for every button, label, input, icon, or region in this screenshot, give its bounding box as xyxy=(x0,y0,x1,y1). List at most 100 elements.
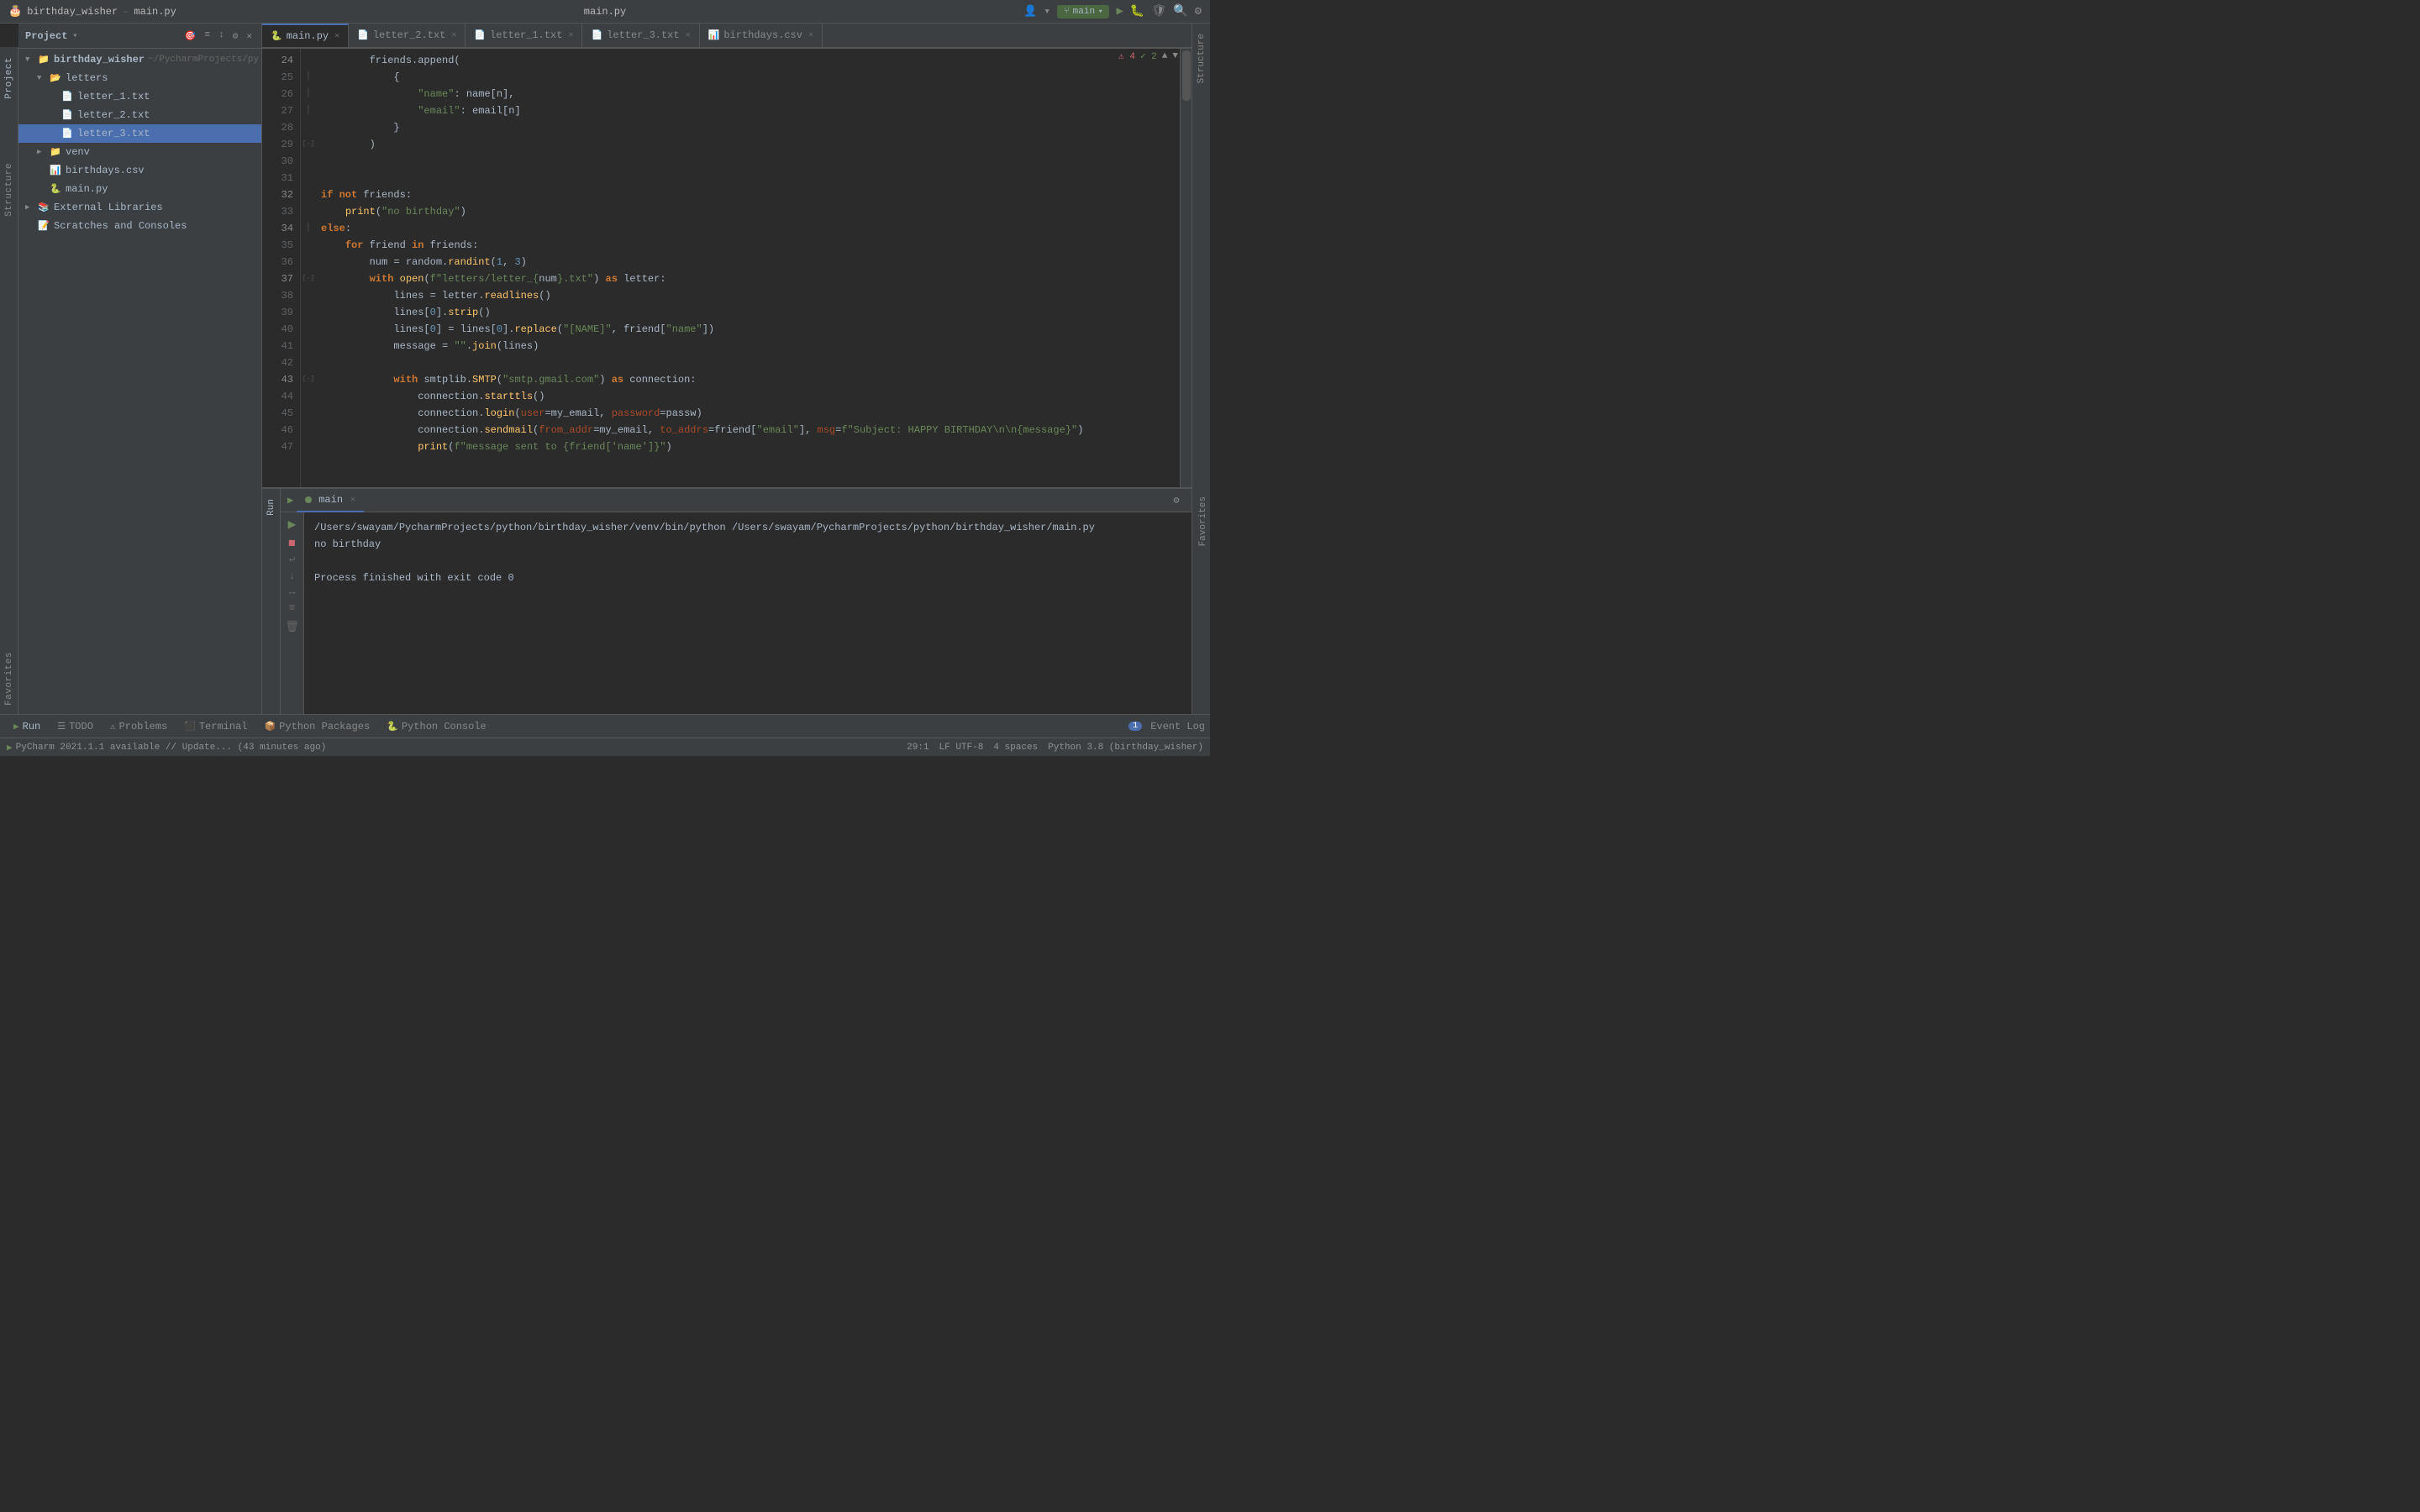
hide-icon[interactable]: ✕ xyxy=(244,29,255,43)
title-separator: – xyxy=(123,6,129,18)
code-line-43: with smtplib.SMTP("smtp.gmail.com") as c… xyxy=(321,371,1180,388)
nav-up-icon[interactable]: ▲ xyxy=(1162,51,1168,61)
fold-25[interactable]: │ xyxy=(306,72,311,81)
warning-count[interactable]: ✓ 2 xyxy=(1140,50,1157,62)
branch-dropdown-icon: ▾ xyxy=(1098,8,1102,16)
nav-down-icon[interactable]: ▼ xyxy=(1172,51,1178,61)
tab-birthdays-csv[interactable]: 📊 birthdays.csv ✕ xyxy=(700,24,823,47)
tree-item-letter1[interactable]: 📄 letter_1.txt xyxy=(18,87,261,106)
letter1-label: letter_1.txt xyxy=(77,91,150,102)
project-vert-tab[interactable]: Project xyxy=(3,50,16,106)
favorites-side-label[interactable]: Favorites xyxy=(1198,496,1208,546)
run-tab-main[interactable]: main ✕ xyxy=(297,489,364,512)
fold-29[interactable]: [-] xyxy=(302,140,314,148)
locate-file-icon[interactable]: 🎯 xyxy=(182,29,199,43)
run-stop-icon[interactable]: ◼ xyxy=(288,536,295,550)
structure-side-label[interactable]: Structure xyxy=(1197,34,1207,83)
line-29: 29 xyxy=(262,136,293,153)
run-tool-btn[interactable]: ▶ Run xyxy=(5,716,49,738)
tree-item-root[interactable]: ▼ 📁 birthday_wisher ~/PycharmProjects/py xyxy=(18,50,261,69)
tree-item-main[interactable]: 🐍 main.py xyxy=(18,180,261,198)
search-button[interactable]: 🔍 xyxy=(1173,4,1187,18)
tab-letter2-close[interactable]: ✕ xyxy=(451,30,456,40)
run-tab-label: main xyxy=(318,494,343,506)
project-dropdown-icon[interactable]: ▾ xyxy=(72,31,77,41)
fold-34[interactable]: │ xyxy=(306,223,311,233)
run-output[interactable]: /Users/swayam/PycharmProjects/python/bir… xyxy=(304,512,1192,714)
tab-birthdays-icon: 📊 xyxy=(708,29,720,41)
indent-info[interactable]: 4 spaces xyxy=(993,743,1038,753)
python-packages-tool-btn[interactable]: 📦 Python Packages xyxy=(255,716,378,738)
run-vert-label[interactable]: Run xyxy=(266,499,276,516)
title-right[interactable]: 👤 ▾ ⑂ main ▾ ▶ 🐛 🛡 🔍 ⚙ xyxy=(1023,4,1202,18)
run-exit-line: Process finished with exit code 0 xyxy=(314,570,1181,586)
python-console-tool-btn[interactable]: 🐍 Python Console xyxy=(378,716,495,738)
code-line-38: lines = letter.readlines() xyxy=(321,287,1180,304)
line-42: 42 xyxy=(262,354,293,371)
tab-letter2[interactable]: 📄 letter_2.txt ✕ xyxy=(349,24,466,47)
run-content: ▶ ◼ ↩ ↓ ↔ ≡ 🗑 /Users/swayam/PycharmProje… xyxy=(281,512,1192,714)
pycharm-status[interactable]: PyCharm 2021.1.1 available // Update... … xyxy=(16,743,327,753)
tab-bar: 🐍 main.py ✕ 📄 letter_2.txt ✕ 📄 letter_1.… xyxy=(262,24,1192,49)
run-wrap-icon[interactable]: ↔ xyxy=(289,585,296,598)
cursor-position[interactable]: 29:1 xyxy=(907,743,929,753)
event-log-badge[interactable]: 1 xyxy=(1128,722,1142,731)
tab-main-py-close[interactable]: ✕ xyxy=(334,31,339,41)
collapse-all-icon[interactable]: ≡ xyxy=(203,29,213,43)
tab-letter3[interactable]: 📄 letter_3.txt ✕ xyxy=(582,24,699,47)
root-folder-icon: 📁 xyxy=(37,53,50,66)
problems-tool-btn[interactable]: ⚠ Problems xyxy=(102,716,176,738)
line-47: 47 xyxy=(262,438,293,455)
line-encoding[interactable]: LF UTF-8 xyxy=(939,743,984,753)
run-sort-icon[interactable]: ≡ xyxy=(289,601,296,614)
tab-birthdays-close[interactable]: ✕ xyxy=(808,30,813,40)
run-filter-icon[interactable]: 🗑 xyxy=(285,621,299,633)
fold-43[interactable]: [-] xyxy=(302,375,314,383)
tree-item-scratches[interactable]: 📝 Scratches and Consoles xyxy=(18,217,261,235)
terminal-tool-btn[interactable]: ⬛ Terminal xyxy=(176,716,255,738)
fold-27[interactable]: │ xyxy=(306,106,311,115)
scrollbar-thumb[interactable] xyxy=(1182,50,1191,101)
tab-main-py[interactable]: 🐍 main.py ✕ xyxy=(262,24,349,47)
settings-button[interactable]: ⚙ xyxy=(1195,4,1202,18)
gear-icon[interactable]: ⚙ xyxy=(230,29,241,43)
code-line-46: connection.sendmail(from_addr=my_email, … xyxy=(321,422,1180,438)
debug-button[interactable]: 🐛 xyxy=(1130,4,1144,18)
favorites-vert-tab[interactable]: Favorites xyxy=(3,645,16,712)
tab-main-py-icon: 🐍 xyxy=(271,30,282,42)
tree-item-letter3[interactable]: 📄 letter_3.txt xyxy=(18,124,261,143)
tab-letter1[interactable]: 📄 letter_1.txt ✕ xyxy=(466,24,582,47)
interpreter-info[interactable]: Python 3.8 (birthday_wisher) xyxy=(1048,743,1203,753)
tab-letter3-close[interactable]: ✕ xyxy=(686,30,691,40)
coverage-button[interactable]: 🛡 xyxy=(1151,4,1166,18)
error-count[interactable]: ⚠ 4 xyxy=(1118,50,1135,62)
run-button[interactable]: ▶ xyxy=(1116,4,1123,18)
tree-item-venv[interactable]: ▶ 📁 venv xyxy=(18,143,261,161)
tree-item-extlib[interactable]: ▶ 📚 External Libraries xyxy=(18,198,261,217)
run-play-icon[interactable]: ▶ xyxy=(288,516,297,533)
tree-item-letter2[interactable]: 📄 letter_2.txt xyxy=(18,106,261,124)
editor-scrollbar[interactable] xyxy=(1180,49,1192,487)
code-area[interactable]: friends.append( { "name": name[n], "emai… xyxy=(316,49,1180,487)
tree-item-letters[interactable]: ▼ 📂 letters xyxy=(18,69,261,87)
sort-icon[interactable]: ↕ xyxy=(216,29,227,43)
profile-icon[interactable]: 👤 ▾ xyxy=(1023,5,1050,18)
branch-selector[interactable]: ⑂ main ▾ xyxy=(1057,5,1109,18)
code-line-33: print("no birthday") xyxy=(321,203,1180,220)
fold-37[interactable]: [-] xyxy=(302,275,314,282)
tab-letter1-close[interactable]: ✕ xyxy=(568,30,573,40)
extlib-label: External Libraries xyxy=(54,202,163,213)
run-rerun-icon[interactable]: ↩ xyxy=(289,554,296,566)
editor-content[interactable]: 24 25 26 27 28 29 30 31 32 33 34 35 36 3… xyxy=(262,49,1192,487)
event-log-label[interactable]: Event Log xyxy=(1150,721,1205,732)
run-settings-icon[interactable]: ⚙ xyxy=(1168,492,1185,509)
right-strip: Structure Favorites xyxy=(1192,24,1210,714)
todo-tool-btn[interactable]: ☰ TODO xyxy=(49,716,102,738)
run-scroll-down-icon[interactable]: ↓ xyxy=(289,570,296,582)
run-tab-close[interactable]: ✕ xyxy=(350,495,355,505)
tab-letter2-icon: 📄 xyxy=(357,29,369,41)
tree-item-birthdays[interactable]: 📊 birthdays.csv xyxy=(18,161,261,180)
structure-vert-tab[interactable]: Structure xyxy=(3,156,16,223)
fold-26[interactable]: │ xyxy=(306,89,311,98)
line-33: 33 xyxy=(262,203,293,220)
